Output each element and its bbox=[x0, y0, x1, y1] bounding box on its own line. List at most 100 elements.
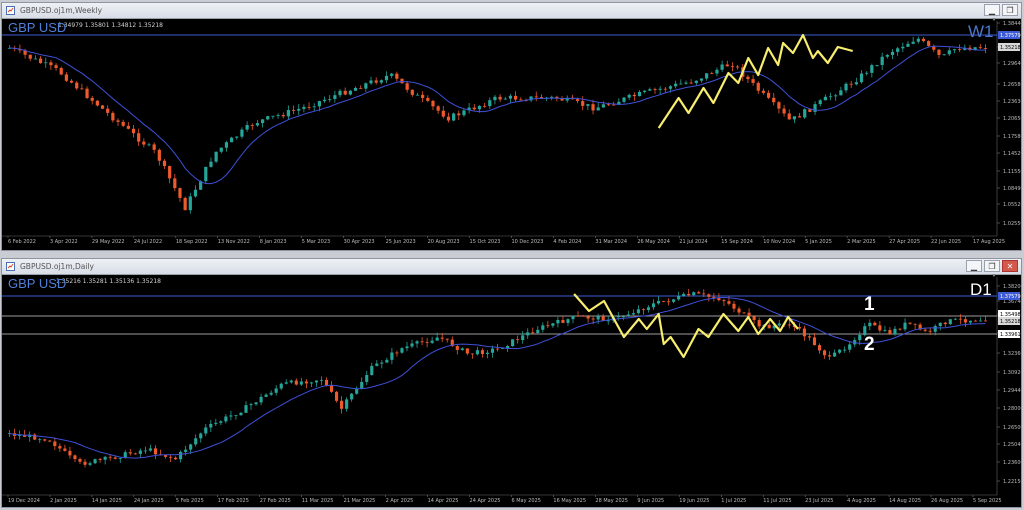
candle-body bbox=[858, 335, 862, 341]
candle-body bbox=[802, 328, 806, 337]
candle-body bbox=[395, 352, 399, 354]
candle-body bbox=[546, 325, 550, 327]
candle-body bbox=[656, 300, 661, 304]
candle-body bbox=[913, 323, 917, 325]
candle-body bbox=[601, 104, 605, 108]
candle-body bbox=[787, 324, 791, 326]
candle-body bbox=[271, 115, 275, 117]
candle-body bbox=[843, 349, 847, 351]
candle-body bbox=[369, 80, 373, 84]
candle-body bbox=[335, 391, 339, 401]
candle-body bbox=[43, 439, 47, 441]
candle-body bbox=[612, 104, 616, 106]
candle-body bbox=[978, 320, 983, 322]
candle-body bbox=[596, 107, 600, 111]
candle-body bbox=[752, 316, 756, 321]
candle-body bbox=[113, 457, 117, 459]
candle-body bbox=[834, 95, 838, 97]
candle-body bbox=[410, 343, 414, 347]
candle-body bbox=[189, 444, 193, 450]
candle-body bbox=[364, 83, 368, 89]
date-tick-label: 16 May 2025 bbox=[553, 498, 586, 504]
candle-body bbox=[348, 90, 352, 95]
candle-body bbox=[333, 95, 337, 99]
date-tick-label: 24 Apr 2025 bbox=[470, 498, 501, 504]
candle-body bbox=[148, 448, 152, 451]
candle-body bbox=[460, 348, 464, 350]
candle-body bbox=[526, 332, 530, 336]
candle-body bbox=[813, 104, 817, 112]
level-2-label: 2 bbox=[864, 334, 875, 355]
candle-body bbox=[641, 309, 645, 311]
date-tick-label: 6 Feb 2022 bbox=[8, 239, 36, 245]
candle-body bbox=[118, 458, 122, 459]
candle-body bbox=[833, 352, 837, 357]
candle-body bbox=[178, 188, 182, 198]
candle-body bbox=[626, 314, 630, 317]
candle-body bbox=[68, 450, 72, 456]
date-tick-label: 15 Sep 2024 bbox=[721, 239, 753, 245]
candle-body bbox=[100, 105, 105, 109]
candle-body bbox=[314, 380, 318, 383]
date-tick-label: 17 Feb 2025 bbox=[218, 498, 249, 504]
candle-body bbox=[586, 316, 590, 319]
price-tick-label: 1.38200 bbox=[1003, 284, 1021, 290]
candle-body bbox=[978, 47, 982, 49]
price-tick-label: 1.25040 bbox=[1003, 442, 1021, 448]
candle-body bbox=[274, 388, 278, 393]
candle-body bbox=[309, 382, 313, 384]
candle-body bbox=[519, 99, 523, 101]
candle-body bbox=[511, 339, 515, 347]
candle-body bbox=[757, 320, 761, 327]
candle-body bbox=[142, 141, 146, 145]
candle-body bbox=[279, 383, 283, 389]
candle-body bbox=[817, 345, 822, 351]
candle-body bbox=[782, 108, 786, 114]
candle-body bbox=[933, 325, 937, 332]
candle-body bbox=[803, 109, 807, 118]
candle-body bbox=[561, 320, 565, 323]
daily-chart-window[interactable]: GBPUSD.oj1m,Daily ▁ ❐ ✕ 1.382001.367401.… bbox=[1, 258, 1022, 508]
candle-body bbox=[730, 66, 735, 68]
daily-ohlc-readout: 1.35216 1.35281 1.35136 1.35218 bbox=[56, 278, 161, 285]
weekly-chart-window[interactable]: GBPUSD.oj1m,Weekly ▁ ❐ 1.384401.325551.2… bbox=[1, 2, 1022, 251]
candle-body bbox=[281, 115, 285, 117]
date-tick-label: 10 Dec 2023 bbox=[511, 239, 543, 245]
candle-body bbox=[958, 318, 962, 320]
candle-body bbox=[38, 58, 43, 63]
price-tick-label: 1.05520 bbox=[1003, 202, 1021, 208]
candle-body bbox=[658, 88, 662, 90]
date-tick-label: 6 May 2025 bbox=[511, 498, 540, 504]
candle-body bbox=[668, 86, 673, 89]
candle-body bbox=[727, 301, 731, 304]
candle-body bbox=[679, 83, 683, 85]
candle-body bbox=[927, 41, 931, 46]
candle-body bbox=[717, 298, 721, 301]
candle-body bbox=[390, 352, 394, 360]
candle-body bbox=[822, 350, 827, 356]
candle-body bbox=[797, 116, 802, 118]
candle-body bbox=[106, 108, 110, 113]
candle-body bbox=[958, 49, 962, 51]
candle-body bbox=[581, 315, 585, 317]
candle-body bbox=[637, 91, 642, 97]
date-tick-label: 24 Jan 2025 bbox=[134, 498, 164, 504]
weekly-timeframe-label: W1 bbox=[968, 22, 994, 41]
candle-body bbox=[493, 96, 497, 101]
date-tick-label: 5 Sep 2025 bbox=[973, 498, 1002, 504]
candle-body bbox=[606, 104, 611, 106]
candle-body bbox=[636, 309, 640, 314]
candle-body bbox=[209, 161, 213, 167]
candle-body bbox=[697, 292, 701, 294]
candle-body bbox=[345, 399, 349, 409]
candle-body bbox=[73, 455, 77, 460]
candle-body bbox=[239, 412, 243, 416]
date-tick-label: 28 May 2025 bbox=[595, 498, 628, 504]
candle-body bbox=[963, 319, 967, 323]
candle-body bbox=[566, 319, 570, 323]
candle-body bbox=[430, 340, 434, 343]
candle-body bbox=[214, 151, 218, 162]
weekly-price-chart[interactable]: 1.384401.325551.296401.265801.236301.206… bbox=[2, 3, 1021, 250]
candle-body bbox=[286, 110, 291, 117]
candle-body bbox=[162, 160, 167, 167]
